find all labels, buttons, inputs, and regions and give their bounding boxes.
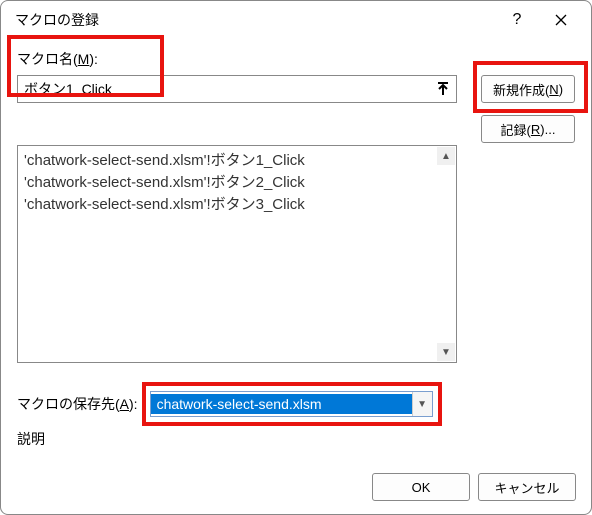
chevron-down-icon[interactable]: ▼ xyxy=(412,392,432,416)
record-button[interactable]: 記録(R)... xyxy=(481,115,575,143)
macro-name-label: マクロ名(M): xyxy=(17,49,575,69)
dialog-title: マクロの登録 xyxy=(15,10,495,30)
save-location-select[interactable]: chatwork-select-send.xlsm ▼ xyxy=(150,391,433,417)
close-icon[interactable] xyxy=(539,1,583,39)
save-location-label: マクロの保存先(A): xyxy=(17,394,138,414)
scroll-up-icon[interactable]: ▲ xyxy=(437,147,455,165)
description-label: 説明 xyxy=(17,429,575,449)
cancel-button[interactable]: キャンセル xyxy=(478,473,576,501)
macro-list[interactable]: 'chatwork-select-send.xlsm'!ボタン1_Click '… xyxy=(18,146,456,362)
ok-button[interactable]: OK xyxy=(372,473,470,501)
list-item[interactable]: 'chatwork-select-send.xlsm'!ボタン3_Click xyxy=(22,194,452,216)
save-location-value: chatwork-select-send.xlsm xyxy=(151,394,412,414)
reference-icon[interactable] xyxy=(430,76,456,102)
scroll-down-icon[interactable]: ▼ xyxy=(437,343,455,361)
list-item[interactable]: 'chatwork-select-send.xlsm'!ボタン1_Click xyxy=(22,150,452,172)
list-item[interactable]: 'chatwork-select-send.xlsm'!ボタン2_Click xyxy=(22,172,452,194)
create-button[interactable]: 新規作成(N) xyxy=(481,75,575,103)
help-icon[interactable]: ? xyxy=(495,1,539,39)
macro-name-input[interactable] xyxy=(17,75,457,103)
